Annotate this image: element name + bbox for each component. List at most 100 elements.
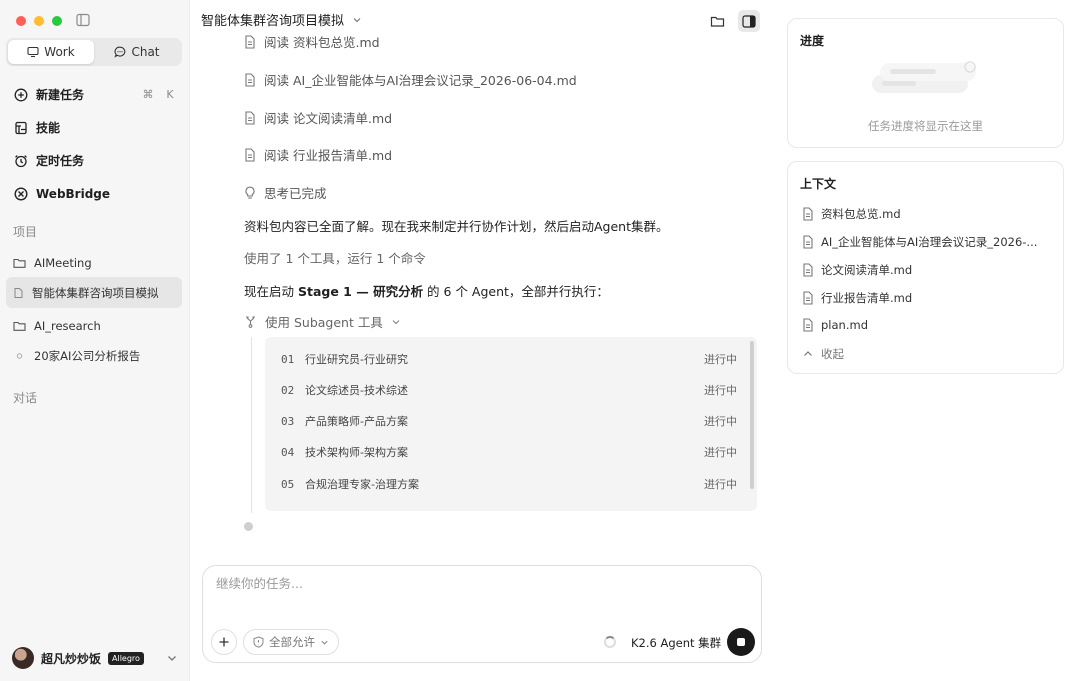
document-icon xyxy=(803,235,813,249)
thinking-step[interactable]: 思考已完成 xyxy=(244,183,327,202)
plus-icon xyxy=(219,637,229,647)
shortcut-key: ⌘ xyxy=(142,88,154,101)
sidebar-item-webbridge[interactable]: WebBridge xyxy=(6,177,182,210)
permission-label: 全部允许 xyxy=(269,635,315,649)
read-file-label: 阅读 AI_企业智能体与AI治理会议记录_2026-06-04.md xyxy=(264,73,577,88)
context-title: 上下文 xyxy=(800,177,837,191)
stage-name: Stage 1 — 研究分析 xyxy=(297,284,424,299)
read-file-step[interactable]: 阅读 资料包总览.md xyxy=(244,32,380,51)
project-item-agent-cluster[interactable]: 智能体集群咨询项目模拟 xyxy=(6,277,182,308)
user-profile[interactable]: 超凡炒炒饭 Allegro xyxy=(12,645,178,671)
subagent-tool-toggle[interactable]: 使用 Subagent 工具 xyxy=(244,312,401,331)
subagent-index: 04 xyxy=(281,445,295,459)
chevron-down-icon xyxy=(353,17,361,22)
open-folder-button[interactable] xyxy=(706,10,728,32)
add-attachment-button[interactable] xyxy=(211,629,237,655)
folder-icon xyxy=(13,321,26,331)
subagent-index: 02 xyxy=(281,383,295,397)
context-file-item[interactable]: 行业报告清单.md xyxy=(802,290,912,306)
project-item-ai-report[interactable]: 20家AI公司分析报告 xyxy=(6,340,182,371)
permission-selector[interactable]: 全部允许 xyxy=(243,629,339,655)
file-icon xyxy=(14,287,23,298)
context-file-name: 行业报告清单.md xyxy=(821,291,913,305)
sidebar-item-label: 新建任务 xyxy=(36,88,85,102)
loading-indicator xyxy=(244,522,253,531)
read-file-label: 阅读 行业报告清单.md xyxy=(264,148,393,163)
progress-panel: 进度 任务进度将显示在这里 xyxy=(787,18,1064,148)
project-label: 20家AI公司分析报告 xyxy=(34,348,141,363)
chat-bubble-icon xyxy=(114,46,126,58)
sidebar-toggle-icon[interactable] xyxy=(76,13,90,27)
chats-heading: 对话 xyxy=(13,391,38,405)
progress-empty-text: 任务进度将显示在这里 xyxy=(868,119,983,133)
skills-icon xyxy=(15,121,27,134)
window-controls xyxy=(16,16,62,26)
model-selector[interactable]: K2.6 Agent 集群 xyxy=(631,635,721,651)
subagent-name: 论文综述员-技术综述 xyxy=(305,384,408,397)
read-file-label: 阅读 资料包总览.md xyxy=(264,35,380,50)
toggle-right-panel-button[interactable] xyxy=(738,10,760,32)
subagent-index: 03 xyxy=(281,414,295,428)
read-file-step[interactable]: 阅读 行业报告清单.md xyxy=(244,145,392,164)
stop-button[interactable] xyxy=(727,628,755,656)
subagent-status: 进行中 xyxy=(704,446,737,459)
document-icon xyxy=(245,34,255,49)
read-file-step[interactable]: 阅读 AI_企业智能体与AI治理会议记录_2026-06-04.md xyxy=(244,70,577,89)
project-item-aimeeting[interactable]: AIMeeting xyxy=(6,247,182,278)
chevron-down-icon[interactable] xyxy=(166,652,178,664)
sidebar-item-label: 技能 xyxy=(36,121,61,135)
document-icon xyxy=(803,263,813,277)
project-label: 智能体集群咨询项目模拟 xyxy=(32,285,159,300)
tab-chat-label: Chat xyxy=(131,45,160,59)
chevron-down-icon xyxy=(321,640,328,645)
subagent-row[interactable]: 04 技术架构师-架构方案 进行中 xyxy=(281,444,737,460)
webbridge-icon xyxy=(14,186,28,201)
subagent-row[interactable]: 02 论文综述员-技术综述 进行中 xyxy=(281,382,737,398)
thinking-label: 思考已完成 xyxy=(264,186,327,201)
collapse-button[interactable]: 收起 xyxy=(802,346,844,362)
subagent-status: 进行中 xyxy=(704,384,737,397)
tool-usage-summary[interactable]: 使用了 1 个工具，运行 1 个命令 xyxy=(244,248,426,267)
sidebar-item-skills[interactable]: 技能 xyxy=(6,111,182,144)
subagent-status: 进行中 xyxy=(704,478,737,491)
project-label: AIMeeting xyxy=(34,255,92,270)
subagent-name: 合规治理专家-治理方案 xyxy=(305,478,419,491)
minimize-window-button[interactable] xyxy=(34,16,44,26)
user-name: 超凡炒炒饭 xyxy=(41,651,102,666)
project-item-ai-research[interactable]: AI_research xyxy=(6,310,182,341)
sidebar-right-icon xyxy=(742,14,756,28)
subagent-status: 进行中 xyxy=(704,353,737,366)
header-actions xyxy=(706,10,760,32)
context-file-name: 论文阅读清单.md xyxy=(821,263,913,277)
sidebar-item-new-task[interactable]: 新建任务 ⌘ K xyxy=(6,78,182,111)
composer: 全部允许 K2.6 Agent 集群 xyxy=(202,565,762,663)
empty-progress-illustration xyxy=(872,61,976,93)
maximize-window-button[interactable] xyxy=(52,16,62,26)
page-title: 智能体集群咨询项目模拟 xyxy=(201,14,345,29)
context-file-item[interactable]: 论文阅读清单.md xyxy=(802,262,912,278)
context-file-item[interactable]: plan.md xyxy=(802,318,868,332)
subagent-row[interactable]: 01 行业研究员-行业研究 进行中 xyxy=(281,351,737,367)
context-panel: 上下文 资料包总览.md AI_企业智能体与AI治理会议记录_2026-... … xyxy=(787,161,1064,374)
document-icon xyxy=(803,207,813,221)
task-input[interactable] xyxy=(216,576,736,591)
read-file-step[interactable]: 阅读 论文阅读清单.md xyxy=(244,108,392,127)
lightbulb-icon xyxy=(245,186,255,199)
subagent-name: 技术架构师-架构方案 xyxy=(305,446,408,459)
tab-chat[interactable]: Chat xyxy=(94,40,180,64)
subagent-row[interactable]: 05 合规治理专家-治理方案 进行中 xyxy=(281,476,737,492)
sidebar-item-label: 定时任务 xyxy=(36,154,85,168)
subagent-list: 01 行业研究员-行业研究 进行中 02 论文综述员-技术综述 进行中 03 产… xyxy=(265,337,757,511)
subagent-list-scrollbar[interactable] xyxy=(750,341,754,489)
tab-work[interactable]: Work xyxy=(8,40,94,64)
sidebar-item-scheduled-tasks[interactable]: 定时任务 xyxy=(6,144,182,177)
subagent-name: 行业研究员-行业研究 xyxy=(305,353,408,366)
app-window: Work Chat 新建任务 ⌘ K 技能 定时任务 WebBridge 项目 … xyxy=(0,0,1080,681)
close-window-button[interactable] xyxy=(16,16,26,26)
avatar xyxy=(12,647,34,669)
project-title-bar[interactable]: 智能体集群咨询项目模拟 xyxy=(201,10,362,29)
subagent-row[interactable]: 03 产品策略师-产品方案 进行中 xyxy=(281,413,737,429)
context-file-item[interactable]: AI_企业智能体与AI治理会议记录_2026-... xyxy=(802,234,1037,250)
context-file-item[interactable]: 资料包总览.md xyxy=(802,206,901,222)
subagent-fork-icon xyxy=(246,316,255,328)
